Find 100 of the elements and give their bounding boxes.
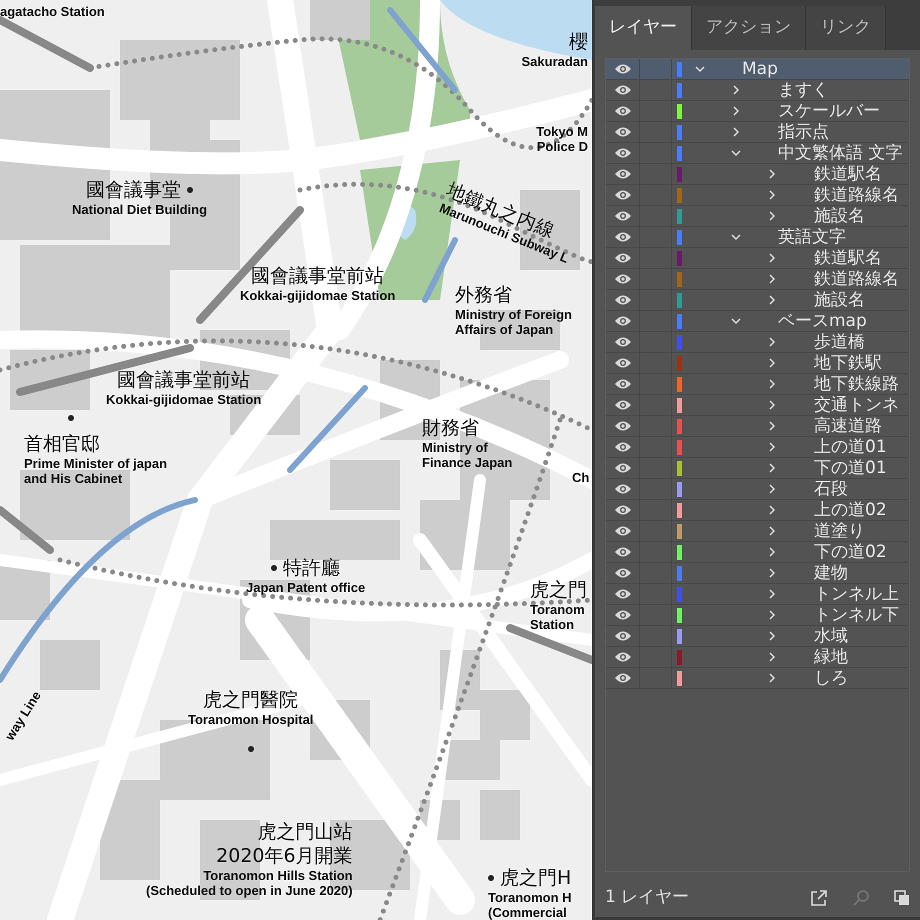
place-name: 虎之門山站 xyxy=(258,820,353,844)
layer-row[interactable]: 地下鉄線路 xyxy=(606,374,909,395)
eye-icon[interactable] xyxy=(614,147,632,159)
eye-icon[interactable] xyxy=(614,210,632,222)
layer-name: 歩道橋 xyxy=(814,332,865,352)
place-name: 虎之門醫院 xyxy=(203,688,298,712)
eye-icon[interactable] xyxy=(614,315,632,327)
layer-row[interactable]: トンネル上 xyxy=(606,584,909,605)
duplicate-icon[interactable] xyxy=(894,890,910,906)
place-name-english: Affairs of Japan xyxy=(455,322,554,337)
place-name-english: Ministry of xyxy=(422,440,488,455)
layer-name: 石段 xyxy=(814,479,848,499)
eye-icon[interactable] xyxy=(614,588,632,600)
place-name: 櫻 xyxy=(569,30,588,54)
eye-icon[interactable] xyxy=(614,294,632,306)
layer-row[interactable]: 上の道02 xyxy=(606,500,909,521)
place-name: 國會議事堂 xyxy=(86,178,182,202)
eye-icon[interactable] xyxy=(614,630,632,642)
layer-name: 鉄道路線名 xyxy=(814,269,899,289)
export-icon[interactable] xyxy=(810,888,828,906)
layer-name: スケールバー xyxy=(778,101,880,121)
place-name-english: Toranomon H xyxy=(488,890,572,905)
place-name-english: Kokkai-gijidomae Station xyxy=(240,288,396,303)
layer-row[interactable]: 歩道橋 xyxy=(606,332,909,353)
eye-icon[interactable] xyxy=(614,273,632,285)
eye-icon[interactable] xyxy=(614,168,632,180)
layer-name: トンネル上 xyxy=(814,584,899,604)
eye-icon[interactable] xyxy=(614,378,632,390)
layer-row[interactable]: 交通トンネ xyxy=(606,395,909,416)
place-name-english: Tokyo M xyxy=(536,124,588,139)
eye-icon[interactable] xyxy=(614,63,632,75)
eye-icon[interactable] xyxy=(614,567,632,579)
place-name: 2020年6月開業 xyxy=(216,844,353,868)
eye-icon[interactable] xyxy=(614,126,632,138)
eye-icon[interactable] xyxy=(614,399,632,411)
layer-name: しろ xyxy=(814,668,848,688)
layer-row[interactable]: 施設名 xyxy=(606,206,909,227)
eye-icon[interactable] xyxy=(614,546,632,558)
place-name-english: and His Cabinet xyxy=(24,471,122,486)
panel-tab[interactable]: アクション xyxy=(692,6,806,50)
eye-icon[interactable] xyxy=(614,609,632,621)
place-name-english: Station xyxy=(530,617,574,632)
layer-row[interactable]: ベースmap xyxy=(606,311,909,332)
place-name-english: National Diet Building xyxy=(72,202,208,217)
eye-icon[interactable] xyxy=(614,483,632,495)
layer-row[interactable]: 高速道路 xyxy=(606,416,909,437)
layer-row[interactable]: スケールバー xyxy=(606,101,909,122)
eye-icon[interactable] xyxy=(614,189,632,201)
eye-icon[interactable] xyxy=(614,462,632,474)
place-name-english: Toranomon Hills Station xyxy=(203,868,353,883)
layer-name: 交通トンネ xyxy=(814,395,899,415)
layer-row[interactable]: 道塗り xyxy=(606,521,909,542)
panel-tab[interactable]: レイヤー xyxy=(595,6,692,50)
layer-row[interactable]: Map xyxy=(606,59,909,80)
layer-row[interactable]: トンネル下 xyxy=(606,605,909,626)
layer-count: 1 レイヤー xyxy=(605,886,690,909)
layer-name: 上の道01 xyxy=(814,437,887,457)
layer-row[interactable]: しろ xyxy=(606,668,909,689)
place-name: 外務省 xyxy=(455,283,512,307)
eye-icon[interactable] xyxy=(614,672,632,684)
eye-icon[interactable] xyxy=(614,357,632,369)
layer-row[interactable]: 中文繁体語 文字 xyxy=(606,143,909,164)
eye-icon[interactable] xyxy=(614,420,632,432)
layer-row[interactable]: 指示点 xyxy=(606,122,909,143)
layer-row[interactable]: 建物 xyxy=(606,563,909,584)
eye-icon[interactable] xyxy=(614,105,632,117)
eye-icon[interactable] xyxy=(614,252,632,264)
place-name-english: Ch xyxy=(572,470,590,485)
eye-icon[interactable] xyxy=(614,525,632,537)
place-name: 財務省 xyxy=(422,416,479,440)
eye-icon[interactable] xyxy=(614,651,632,663)
panel-tab[interactable]: リンク xyxy=(806,6,886,50)
place-name: 國會議事堂前站 xyxy=(117,368,250,392)
layer-row[interactable]: ますく xyxy=(606,80,909,101)
layer-name: 鉄道駅名 xyxy=(814,164,882,184)
place-name-english: Toranomon Hospital xyxy=(188,712,314,727)
layer-row[interactable]: 施設名 xyxy=(606,290,909,311)
place-name: 虎之門 xyxy=(530,578,587,602)
layer-row[interactable]: 鉄道路線名 xyxy=(606,185,909,206)
layer-row[interactable]: 英語文字 xyxy=(606,227,909,248)
layer-name: 下の道01 xyxy=(814,458,887,478)
eye-icon[interactable] xyxy=(614,231,632,243)
eye-icon[interactable] xyxy=(614,336,632,348)
layer-row[interactable]: 鉄道路線名 xyxy=(606,269,909,290)
layer-name: 緑地 xyxy=(814,647,848,667)
place-name-english: Police D xyxy=(536,139,588,154)
layer-name: 英語文字 xyxy=(778,227,846,247)
layer-row[interactable]: 鉄道駅名 xyxy=(606,164,909,185)
layer-row[interactable]: 石段 xyxy=(606,479,909,500)
layer-row[interactable]: 下の道01 xyxy=(606,458,909,479)
eye-icon[interactable] xyxy=(614,441,632,453)
layer-row[interactable]: 緑地 xyxy=(606,647,909,668)
layer-row[interactable]: 上の道01 xyxy=(606,437,909,458)
eye-icon[interactable] xyxy=(614,84,632,96)
eye-icon[interactable] xyxy=(614,504,632,516)
layer-row[interactable]: 鉄道駅名 xyxy=(606,248,909,269)
layer-row[interactable]: 地下鉄駅 xyxy=(606,353,909,374)
layer-row[interactable]: 下の道02 xyxy=(606,542,909,563)
layer-row[interactable]: 水域 xyxy=(606,626,909,647)
layer-name: ベースmap xyxy=(778,311,867,331)
